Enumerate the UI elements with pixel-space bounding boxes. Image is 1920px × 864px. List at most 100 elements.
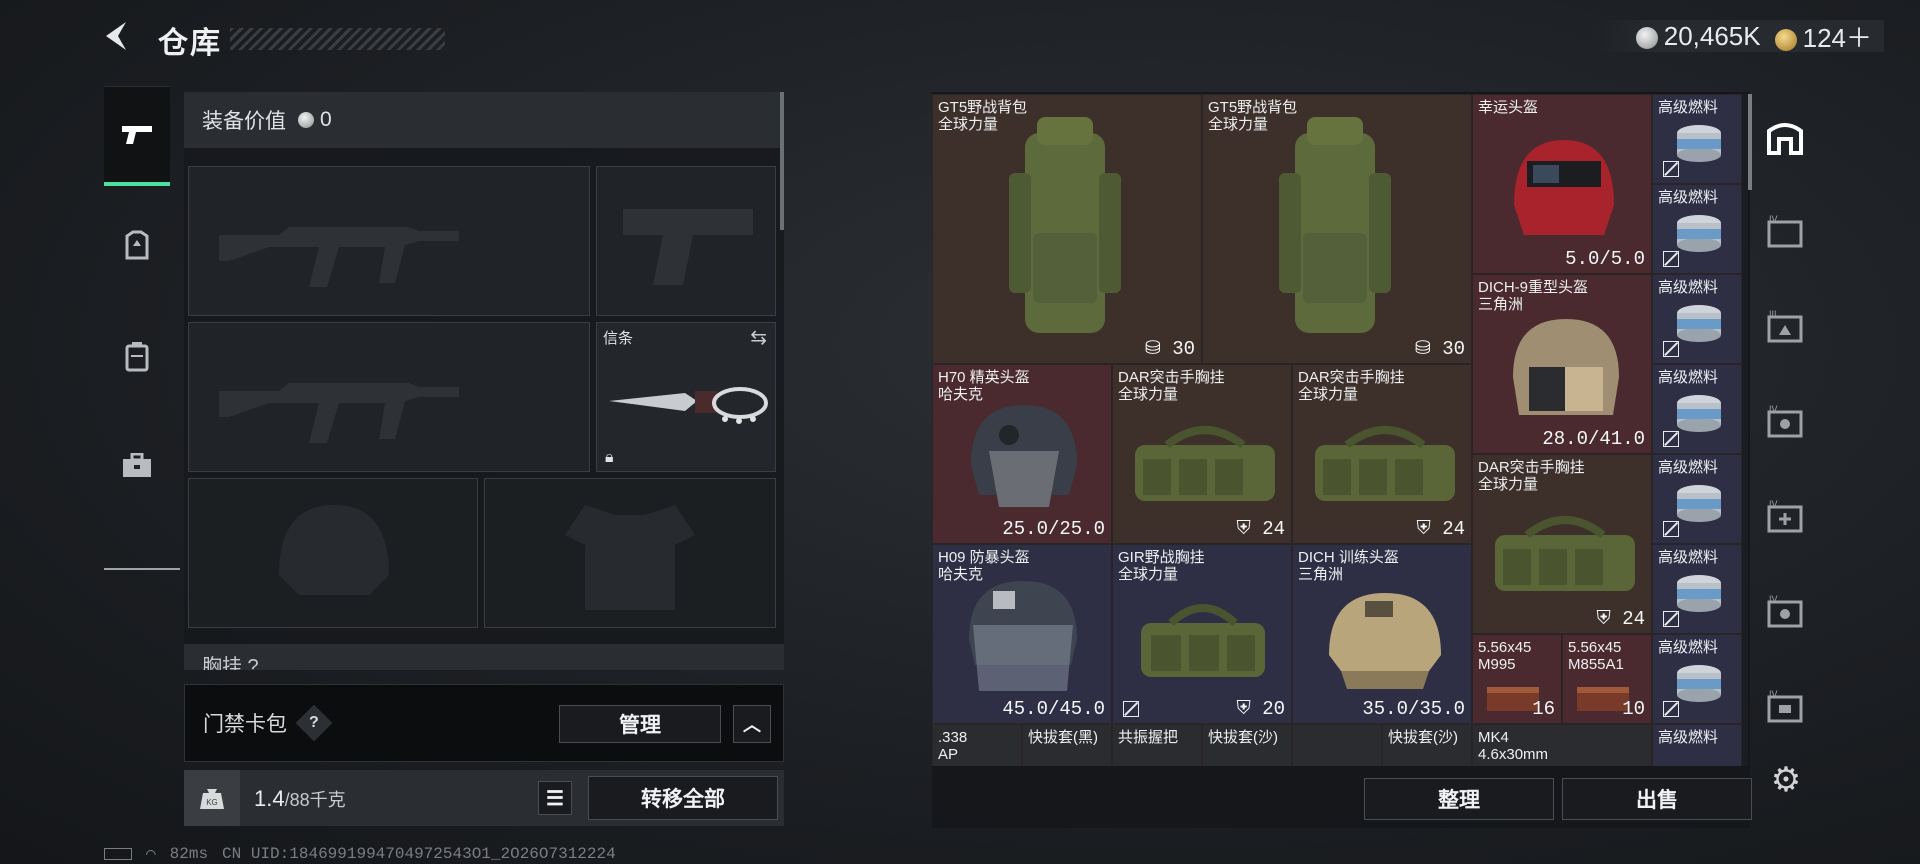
helmet-icon: [969, 581, 1077, 691]
back-arrow-icon[interactable]: [100, 18, 144, 62]
storage-tabs: IV III IV IV IV IV: [1752, 92, 1818, 772]
inventory-item[interactable]: DICH-9重型头盔 三角洲 28.0/41.0: [1472, 274, 1652, 454]
silver-currency: 20,465K: [1635, 21, 1761, 52]
chest-rig-row[interactable]: 胸挂 ?: [184, 644, 784, 670]
primary-weapon-slot[interactable]: [188, 166, 590, 316]
inventory-item[interactable]: 5.56x45 M855A1 10: [1562, 634, 1652, 724]
inventory-item[interactable]: 快拔套(沙): [1382, 724, 1472, 766]
inventory-item[interactable]: 高级燃料: [1652, 184, 1742, 274]
gold-coin-icon: [1774, 28, 1797, 51]
warehouse-icon: [1767, 123, 1803, 155]
item-name: 快拔套(沙): [1388, 729, 1458, 746]
list-icon[interactable]: ☰: [538, 781, 572, 815]
chevron-up-icon[interactable]: ︿: [733, 705, 771, 743]
tab-chest-rig[interactable]: [104, 306, 170, 406]
inventory-item[interactable]: DAR突击手胸挂 全球力量 ⛨ 24: [1292, 364, 1472, 544]
vest-silhouette-icon: [565, 505, 695, 610]
tab-storage-main[interactable]: [1752, 92, 1818, 182]
item-name: 幸运头盔: [1478, 99, 1539, 116]
item-value: ⛨ 24: [1236, 518, 1285, 540]
inventory-item[interactable]: DAR突击手胸挂 全球力量 ⛨ 24: [1472, 454, 1652, 634]
tab-storage-1[interactable]: IV: [1752, 187, 1818, 277]
gold-currency[interactable]: 124＋: [1774, 18, 1872, 55]
swap-icon[interactable]: ⇆: [750, 325, 767, 350]
chest-rig-icon: [1135, 426, 1275, 501]
inventory-item[interactable]: 高级燃料: [1652, 94, 1742, 184]
inventory-item[interactable]: DICH 训练头盔 三角洲 35.0/35.0: [1292, 544, 1472, 724]
item-name: 5.56x45 M995: [1478, 639, 1532, 673]
lock-icon: 🔒︎: [605, 449, 614, 466]
armor-slot[interactable]: [484, 478, 776, 628]
sell-button[interactable]: 出售: [1562, 778, 1752, 820]
loadout-tabs: [104, 86, 180, 571]
inventory-item[interactable]: 快拔套(沙): [1202, 724, 1292, 766]
item-name: DICH 训练头盔 三角洲: [1298, 549, 1399, 583]
inventory-grid: GT5野战背包 全球力量 ⛁ 30 GT5野战背包 全球力量 ⛁ 30 幸运头盔…: [932, 94, 1748, 766]
inventory-item[interactable]: 高级燃料: [1652, 454, 1742, 544]
inventory-item[interactable]: H09 防暴头盔 哈夫克 45.0/45.0: [932, 544, 1112, 724]
tab-storage-4[interactable]: IV: [1752, 472, 1818, 562]
inventory-item[interactable]: 高级燃料: [1652, 544, 1742, 634]
manage-button[interactable]: 管理: [559, 705, 721, 743]
inventory-item[interactable]: 快拔套(黑): [1022, 724, 1112, 766]
helmet-icon: [1514, 140, 1614, 235]
item-value: ⛨ 20: [1236, 698, 1285, 720]
inventory-item[interactable]: GIR野战胸挂 全球力量 ⛨ 20: [1112, 544, 1292, 724]
svg-text:III: III: [1769, 309, 1777, 319]
no-insurance-icon: [1663, 161, 1679, 177]
storage-box-icon: IV: [1767, 404, 1803, 438]
secondary-weapon-slot[interactable]: [188, 322, 590, 472]
tab-storage-3[interactable]: IV: [1752, 377, 1818, 467]
inventory-item[interactable]: 幸运头盔 5.0/5.0: [1472, 94, 1652, 274]
equipment-value-label: 装备价值: [202, 110, 286, 133]
transfer-all-button[interactable]: 转移全部: [588, 776, 778, 820]
tab-storage-5[interactable]: IV: [1752, 567, 1818, 657]
inventory-item[interactable]: DAR突击手胸挂 全球力量 ⛨ 24: [1112, 364, 1292, 544]
equipment-scrollbar[interactable]: [780, 92, 784, 230]
equipment-value: 0: [320, 108, 332, 131]
backpack-icon: [1279, 117, 1391, 333]
no-insurance-icon: [1663, 611, 1679, 627]
pistol-slot[interactable]: [596, 166, 776, 316]
inventory-item[interactable]: GT5野战背包 全球力量 ⛁ 30: [1202, 94, 1472, 364]
tab-storage-6[interactable]: IV: [1752, 662, 1818, 752]
inventory-item[interactable]: 高级燃料: [1652, 274, 1742, 364]
gear-icon[interactable]: ⚙: [1766, 760, 1806, 800]
svg-text:IV: IV: [1769, 689, 1778, 699]
item-value: 16: [1532, 698, 1555, 720]
item-name: 高级燃料: [1658, 369, 1719, 386]
tab-armor[interactable]: [104, 196, 170, 296]
fuel-can-icon: [1677, 125, 1721, 162]
equipment-value-header: 装备价值 0: [184, 92, 784, 148]
inventory-item[interactable]: 5.56x45 M995 16: [1472, 634, 1562, 724]
item-name: GIR野战胸挂 全球力量: [1118, 549, 1205, 583]
wifi-icon: ◠: [146, 846, 156, 864]
inventory-item[interactable]: MK4 4.6x30mm: [1472, 724, 1652, 766]
item-name: DAR突击手胸挂 全球力量: [1298, 369, 1405, 403]
inventory-item[interactable]: H70 精英头盔 哈夫克 25.0/25.0: [932, 364, 1112, 544]
inventory-item[interactable]: 高级燃料: [1652, 364, 1742, 454]
tab-case[interactable]: [104, 416, 170, 516]
tab-storage-2[interactable]: III: [1752, 282, 1818, 372]
help-icon[interactable]: ?: [295, 704, 333, 742]
storage-box-icon: IV: [1767, 214, 1803, 248]
inventory-item[interactable]: 共振握把: [1112, 724, 1202, 766]
tab-weapons[interactable]: [104, 86, 170, 186]
melee-slot[interactable]: 信条 ⇆ 🔒︎: [596, 322, 776, 472]
helmet-slot[interactable]: [188, 478, 478, 628]
item-value: 45.0/45.0: [1002, 698, 1105, 720]
inventory-item[interactable]: 高级燃料: [1652, 724, 1742, 766]
item-value: 10: [1622, 698, 1645, 720]
melee-label: 信条: [603, 330, 634, 347]
item-name: 高级燃料: [1658, 459, 1719, 476]
item-name: 快拔套(沙): [1208, 729, 1278, 746]
inventory-item[interactable]: .338 AP: [932, 724, 1022, 766]
item-value: ⛁ 30: [1414, 338, 1465, 360]
keycard-label: 门禁卡包: [203, 713, 287, 736]
weight-capacity: /88千克: [284, 790, 346, 810]
inventory-item[interactable]: [1292, 724, 1382, 766]
storage-box-icon: IV: [1767, 499, 1803, 533]
inventory-item[interactable]: GT5野战背包 全球力量 ⛁ 30: [932, 94, 1202, 364]
sort-button[interactable]: 整理: [1364, 778, 1554, 820]
inventory-item[interactable]: 高级燃料: [1652, 634, 1742, 724]
